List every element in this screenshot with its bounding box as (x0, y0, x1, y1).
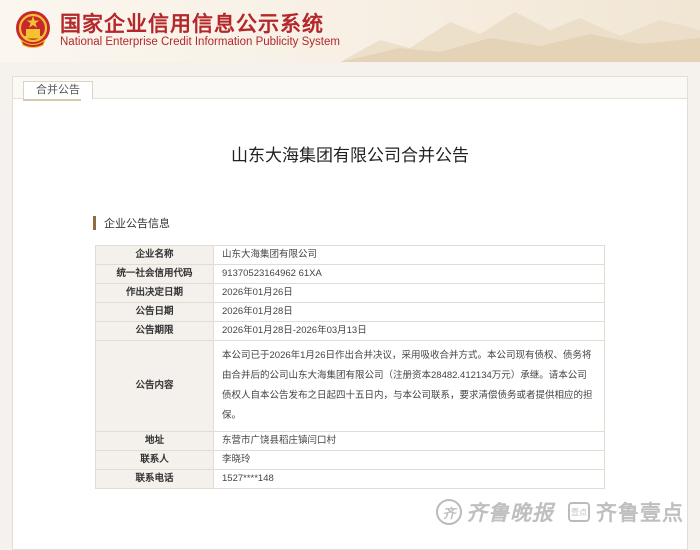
row-label: 地址 (95, 431, 214, 451)
table-row: 统一社会信用代码 91370523164962 61XA (95, 264, 605, 284)
row-value: 2026年01月28日 (213, 302, 605, 322)
section-header: 企业公告信息 (93, 215, 170, 231)
site-title-english: National Enterprise Credit Information P… (60, 36, 340, 48)
row-label: 企业名称 (95, 245, 214, 265)
notice-info-table: 企业名称 山东大海集团有限公司 统一社会信用代码 91370523164962 … (95, 245, 605, 489)
table-row: 联系电话 1527****148 (95, 469, 605, 489)
notice-panel: 合并公告 山东大海集团有限公司合并公告 企业公告信息 企业名称 山东大海集团有限… (12, 76, 688, 550)
watermark: 齐 齐鲁晚报 壹点 齐鲁壹点 (436, 495, 684, 529)
row-value: 2026年01月28日-2026年03月13日 (213, 321, 605, 341)
tab-bar: 合并公告 (13, 77, 687, 101)
watermark-brand-1: 齐鲁晚报 (466, 500, 554, 525)
row-value: 山东大海集团有限公司 (213, 245, 605, 265)
site-title: 国家企业信用信息公示系统 (60, 12, 324, 36)
row-label: 统一社会信用代码 (95, 264, 214, 284)
row-label: 作出决定日期 (95, 283, 214, 303)
table-row: 地址 东营市广饶县稻庄镇闫口村 (95, 431, 605, 451)
national-emblem-icon (16, 11, 50, 48)
table-row: 作出决定日期 2026年01月26日 (95, 283, 605, 303)
row-label: 联系电话 (95, 469, 214, 489)
row-value: 东营市广饶县稻庄镇闫口村 (213, 431, 605, 451)
watermark-seal-icon: 齐 (436, 499, 462, 525)
row-value: 2026年01月26日 (213, 283, 605, 303)
tab-active-indicator (23, 99, 81, 101)
row-value: 李晓玲 (213, 450, 605, 470)
table-row: 联系人 李晓玲 (95, 450, 605, 470)
row-label: 公告内容 (95, 340, 214, 432)
table-row: 企业名称 山东大海集团有限公司 (95, 245, 605, 265)
table-row: 公告期限 2026年01月28日-2026年03月13日 (95, 321, 605, 341)
row-label: 联系人 (95, 450, 214, 470)
notice-title: 山东大海集团有限公司合并公告 (231, 146, 469, 166)
section-label: 企业公告信息 (104, 218, 170, 230)
row-value: 1527****148 (213, 469, 605, 489)
tab-merger-notice[interactable]: 合并公告 (23, 81, 93, 99)
row-label: 公告日期 (95, 302, 214, 322)
watermark-brand-2: 齐鲁壹点 (596, 501, 684, 525)
row-value: 本公司已于2026年1月26日作出合并决议，采用吸收合并方式。本公司现有债权、债… (213, 340, 605, 432)
table-row: 公告内容 本公司已于2026年1月26日作出合并决议，采用吸收合并方式。本公司现… (95, 340, 605, 432)
watermark-badge-icon: 壹点 (568, 502, 590, 522)
row-label: 公告期限 (95, 321, 214, 341)
section-marker (93, 216, 96, 230)
site-header: 国家企业信用信息公示系统 National Enterprise Credit … (0, 0, 700, 62)
mountain-background-graphic (340, 12, 700, 62)
row-value: 91370523164962 61XA (213, 264, 605, 284)
table-row: 公告日期 2026年01月28日 (95, 302, 605, 322)
